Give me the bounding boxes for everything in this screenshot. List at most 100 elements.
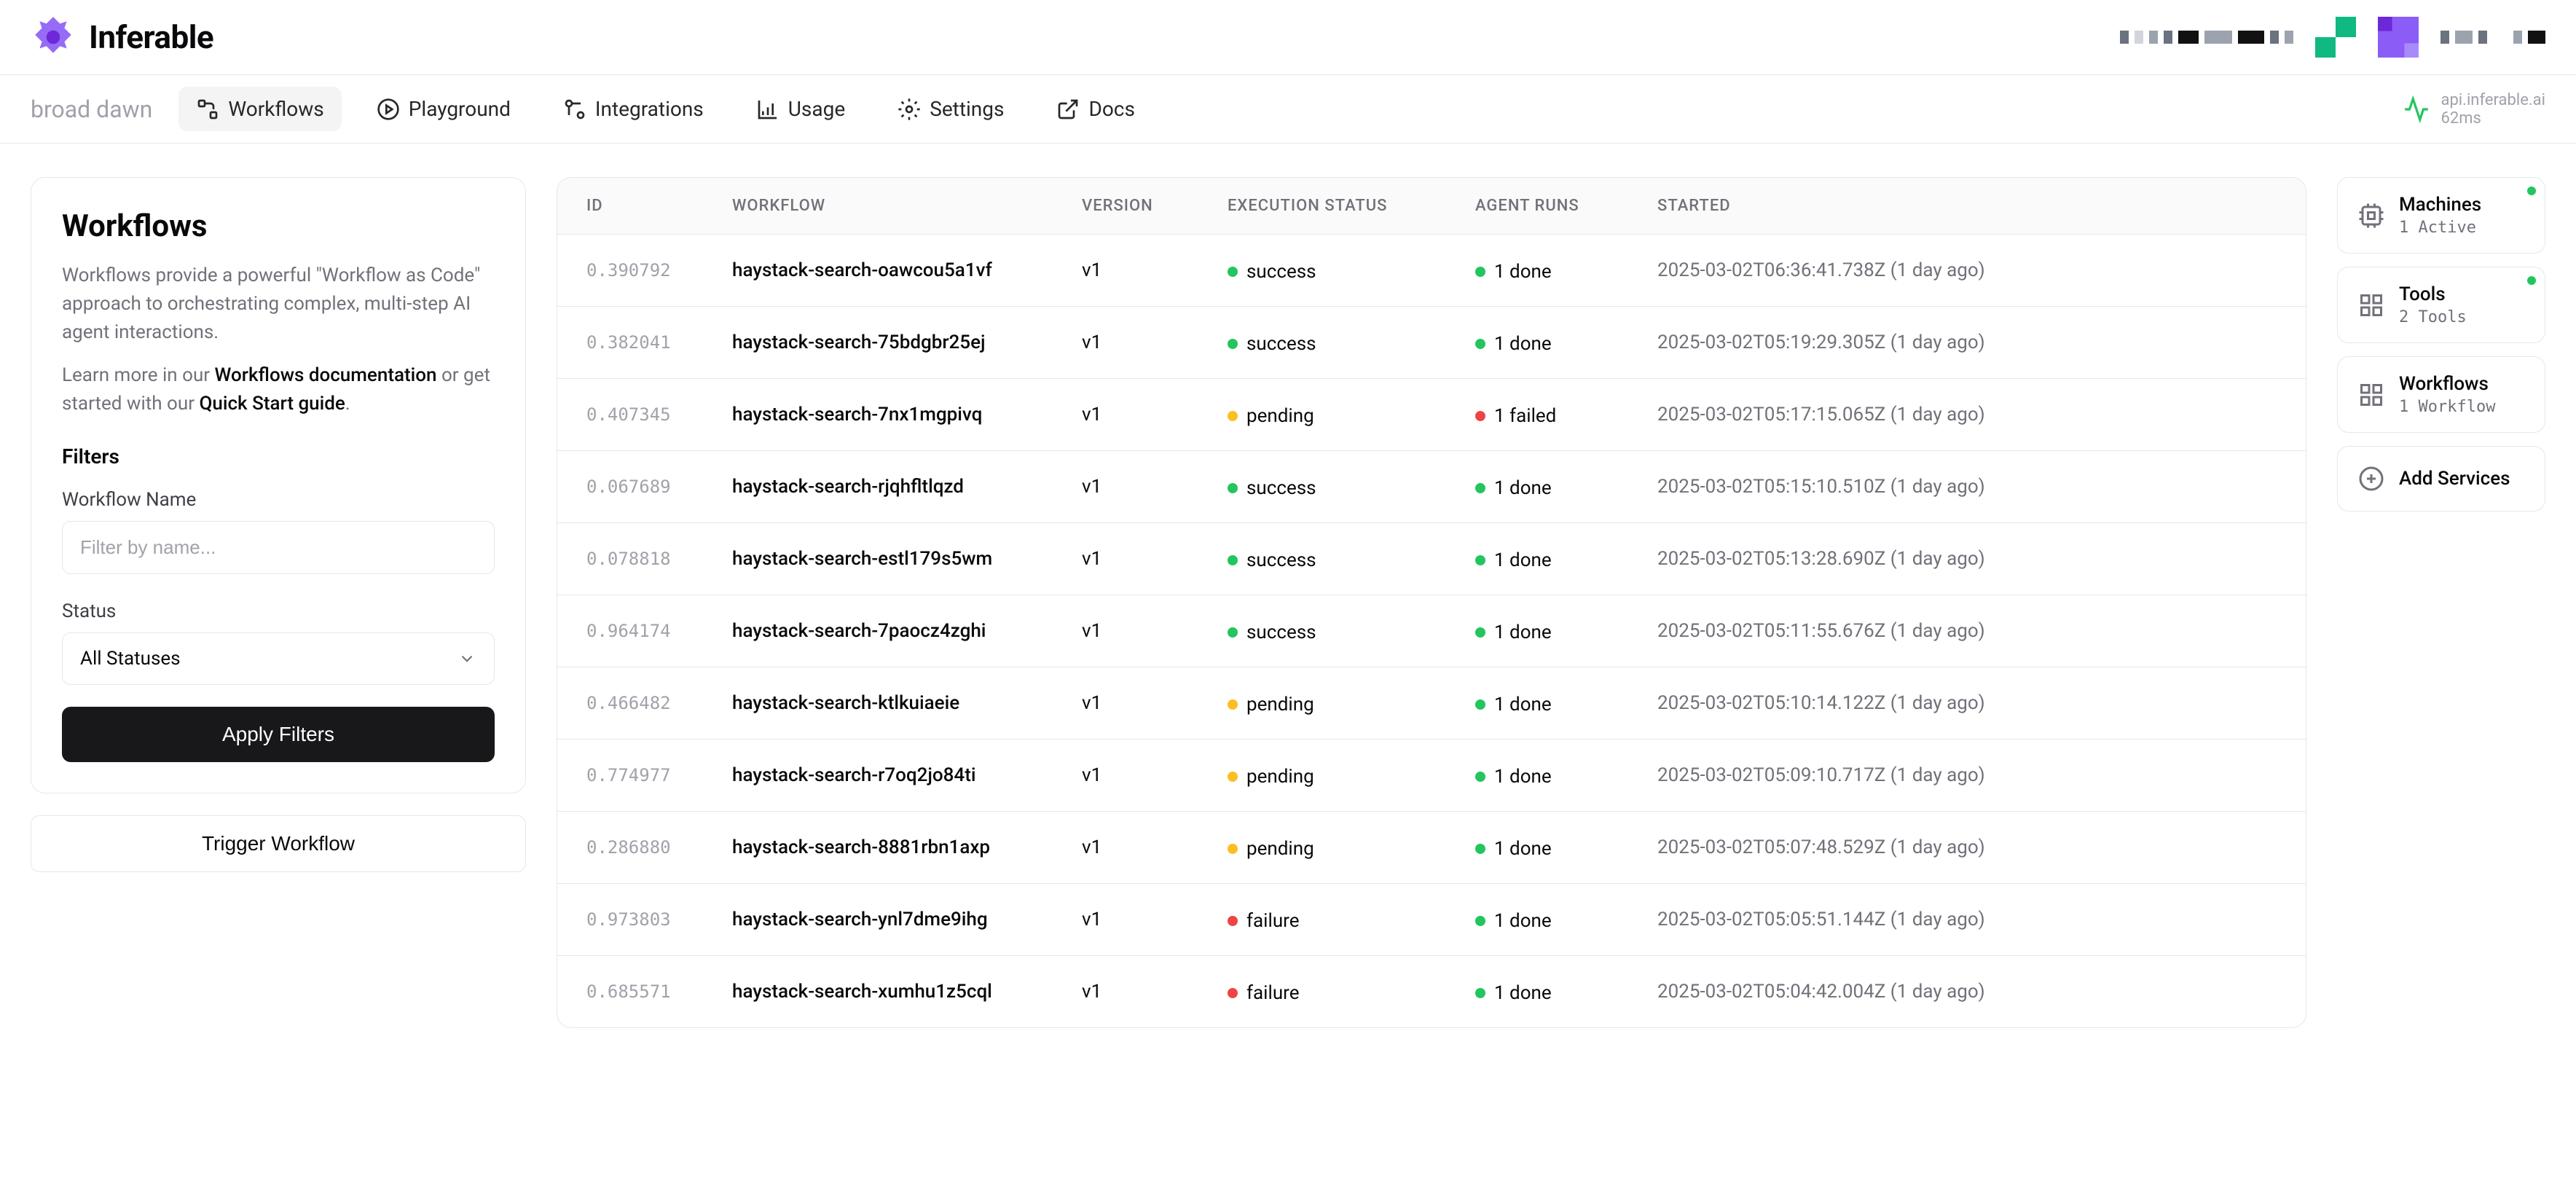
- th-started: STARTED: [1657, 197, 2277, 215]
- quickstart-link[interactable]: Quick Start guide: [199, 393, 345, 415]
- page-title: Workflows: [62, 208, 495, 244]
- nav-settings[interactable]: Settings: [880, 87, 1021, 131]
- nav-docs[interactable]: Docs: [1039, 87, 1152, 131]
- cell-exec: success: [1228, 619, 1475, 643]
- brand-logo-icon: [31, 15, 76, 60]
- status-dot-icon: [1475, 699, 1485, 710]
- user-strip-1: [2120, 31, 2293, 44]
- th-id: ID: [586, 197, 732, 215]
- cell-version: v1: [1082, 836, 1228, 858]
- workflow-name-label: Workflow Name: [62, 489, 495, 511]
- machines-meta: 1 Active: [2399, 219, 2481, 237]
- cell-started: 2025-03-02T05:04:42.004Z (1 day ago): [1657, 981, 2277, 1003]
- cell-exec: failure: [1228, 907, 1475, 932]
- table-row[interactable]: 0.286880haystack-search-8881rbn1axpv1pen…: [557, 812, 2306, 884]
- status-label: Status: [62, 600, 495, 622]
- avatar-1[interactable]: [2315, 17, 2356, 58]
- status-dot-icon: [1228, 772, 1238, 782]
- add-services-button[interactable]: Add Services: [2337, 446, 2545, 511]
- workflow-name-input[interactable]: [62, 521, 495, 574]
- cell-started: 2025-03-02T05:19:29.305Z (1 day ago): [1657, 332, 2277, 353]
- cell-version: v1: [1082, 548, 1228, 570]
- cell-id: 0.286880: [586, 837, 732, 858]
- cell-exec: pending: [1228, 691, 1475, 715]
- cell-runs: 1 done: [1475, 763, 1657, 788]
- cell-exec: success: [1228, 474, 1475, 499]
- cell-workflow: haystack-search-7nx1mgpivq: [732, 404, 1082, 426]
- chevron-down-icon: [458, 649, 476, 668]
- th-workflow: WORKFLOW: [732, 197, 1082, 215]
- api-latency: 62ms: [2440, 109, 2481, 128]
- status-select[interactable]: All Statuses: [62, 632, 495, 685]
- status-dot-icon: [1475, 627, 1485, 638]
- cell-exec: success: [1228, 330, 1475, 355]
- table-row[interactable]: 0.973803haystack-search-ynl7dme9ihgv1fai…: [557, 884, 2306, 956]
- status-dot-icon: [2527, 187, 2536, 195]
- cell-runs: 1 failed: [1475, 402, 1657, 427]
- cell-version: v1: [1082, 909, 1228, 930]
- table-row[interactable]: 0.685571haystack-search-xumhu1z5cqlv1fai…: [557, 956, 2306, 1027]
- cell-started: 2025-03-02T05:15:10.510Z (1 day ago): [1657, 476, 2277, 498]
- brand-name: Inferable: [89, 18, 213, 56]
- nav-usage[interactable]: Usage: [739, 87, 863, 131]
- table-row[interactable]: 0.078818haystack-search-estl179s5wmv1suc…: [557, 523, 2306, 595]
- table-row[interactable]: 0.407345haystack-search-7nx1mgpivqv1pend…: [557, 379, 2306, 451]
- workflows-card[interactable]: Workflows 1 Workflow: [2337, 356, 2545, 433]
- grid-icon: [2358, 382, 2384, 408]
- cell-started: 2025-03-02T05:07:48.529Z (1 day ago): [1657, 836, 2277, 858]
- cell-started: 2025-03-02T05:13:28.690Z (1 day ago): [1657, 548, 2277, 570]
- table-row[interactable]: 0.964174haystack-search-7paocz4zghiv1suc…: [557, 595, 2306, 667]
- nav-integrations[interactable]: Integrations: [546, 87, 721, 131]
- plus-circle-icon: [2358, 466, 2384, 492]
- cell-workflow: haystack-search-8881rbn1axp: [732, 836, 1082, 858]
- cell-version: v1: [1082, 476, 1228, 498]
- cell-id: 0.407345: [586, 404, 732, 425]
- th-version: VERSION: [1082, 197, 1228, 215]
- table-header: ID WORKFLOW VERSION EXECUTION STATUS AGE…: [557, 178, 2306, 235]
- status-dot-icon: [1475, 339, 1485, 349]
- cell-id: 0.390792: [586, 260, 732, 281]
- nav-workflows[interactable]: Workflows: [178, 87, 341, 131]
- cell-version: v1: [1082, 259, 1228, 281]
- tools-card[interactable]: Tools 2 Tools: [2337, 267, 2545, 343]
- status-dot-icon: [1228, 627, 1238, 638]
- integrations-icon: [563, 98, 586, 121]
- cell-workflow: haystack-search-r7oq2jo84ti: [732, 764, 1082, 786]
- cell-started: 2025-03-02T05:10:14.122Z (1 day ago): [1657, 692, 2277, 714]
- apply-filters-button[interactable]: Apply Filters: [62, 707, 495, 762]
- table-row[interactable]: 0.067689haystack-search-rjqhfltlqzdv1suc…: [557, 451, 2306, 523]
- trigger-workflow-button[interactable]: Trigger Workflow: [31, 815, 526, 872]
- nav-playground[interactable]: Playground: [359, 87, 528, 131]
- workflows-icon: [196, 98, 219, 121]
- status-dot-icon: [1475, 772, 1485, 782]
- cell-id: 0.382041: [586, 332, 732, 353]
- table-row[interactable]: 0.466482haystack-search-ktlkuiaeiev1pend…: [557, 667, 2306, 740]
- machines-card[interactable]: Machines 1 Active: [2337, 177, 2545, 254]
- cell-runs: 1 done: [1475, 330, 1657, 355]
- avatar-2[interactable]: [2378, 17, 2419, 58]
- cell-started: 2025-03-02T05:11:55.676Z (1 day ago): [1657, 620, 2277, 642]
- cell-id: 0.067689: [586, 477, 732, 497]
- brand[interactable]: Inferable: [31, 15, 213, 60]
- cell-id: 0.466482: [586, 693, 732, 713]
- cell-runs: 1 done: [1475, 474, 1657, 499]
- cell-workflow: haystack-search-estl179s5wm: [732, 548, 1082, 570]
- status-dot-icon: [1228, 411, 1238, 421]
- docs-link[interactable]: Workflows documentation: [215, 364, 437, 386]
- workflows-service-meta: 1 Workflow: [2399, 398, 2495, 416]
- external-link-icon: [1056, 98, 1080, 121]
- cell-runs: 1 done: [1475, 835, 1657, 860]
- cell-workflow: haystack-search-ynl7dme9ihg: [732, 909, 1082, 930]
- status-dot-icon: [1475, 916, 1485, 926]
- cpu-icon: [2358, 203, 2384, 229]
- table-row[interactable]: 0.382041haystack-search-75bdgbr25ejv1suc…: [557, 307, 2306, 379]
- cell-started: 2025-03-02T05:05:51.144Z (1 day ago): [1657, 909, 2277, 930]
- status-dot-icon: [1475, 555, 1485, 565]
- th-runs: AGENT RUNS: [1475, 197, 1657, 215]
- cell-version: v1: [1082, 404, 1228, 426]
- user-strip-2: [2440, 31, 2545, 44]
- cell-workflow: haystack-search-oawcou5a1vf: [732, 259, 1082, 281]
- table-row[interactable]: 0.390792haystack-search-oawcou5a1vfv1suc…: [557, 235, 2306, 307]
- cell-exec: pending: [1228, 835, 1475, 860]
- table-row[interactable]: 0.774977haystack-search-r7oq2jo84tiv1pen…: [557, 740, 2306, 812]
